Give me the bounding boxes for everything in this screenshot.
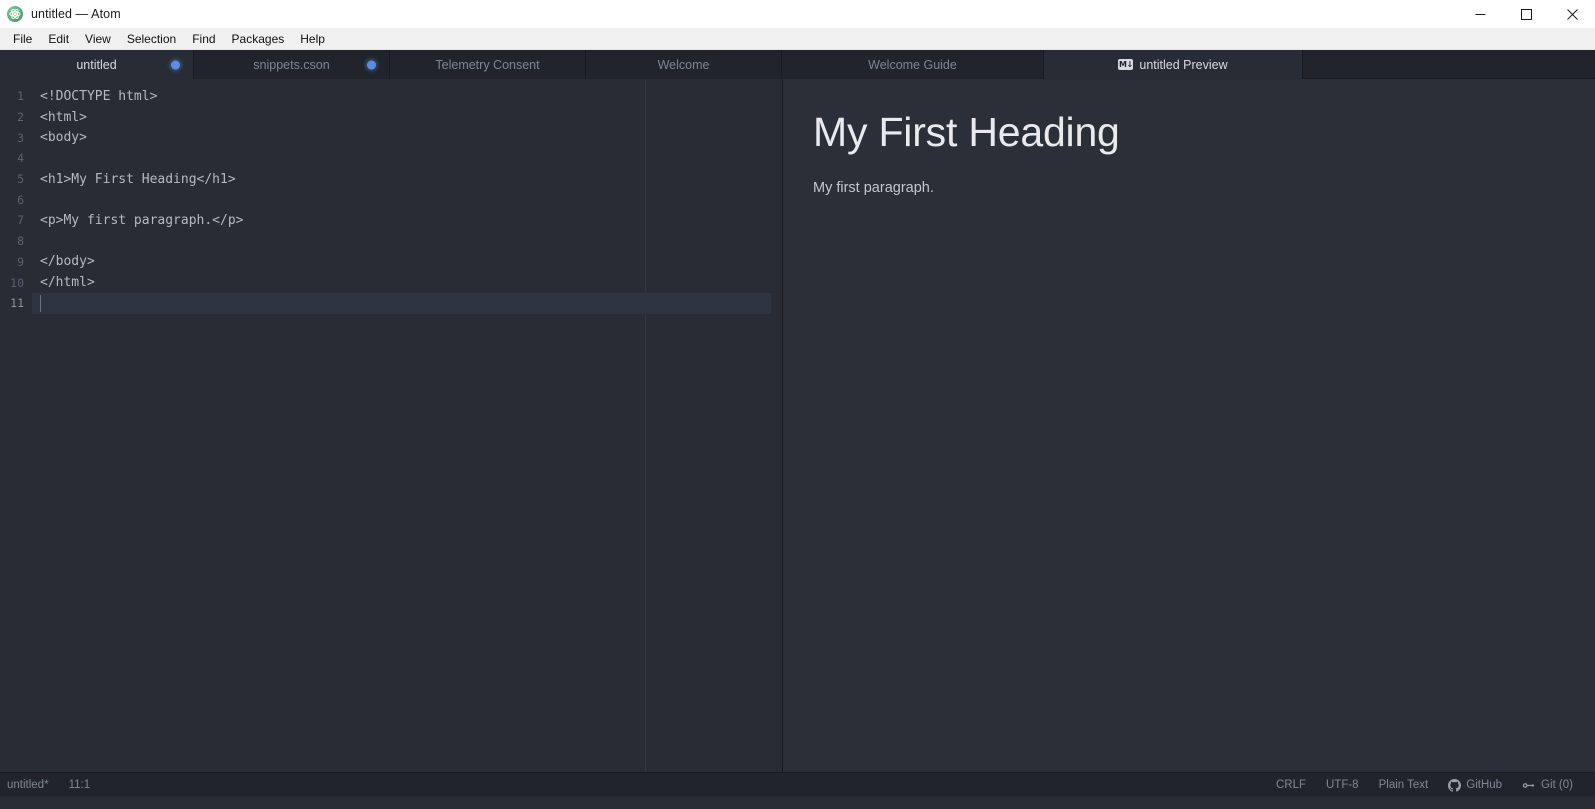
code-line[interactable]: 7 <p>My first paragraph.</p> — [0, 210, 782, 231]
code-line[interactable]: 4 — [0, 148, 782, 169]
line-number: 4 — [0, 151, 24, 165]
atom-logo-icon — [7, 6, 23, 22]
workspace-panes: 1 <!DOCTYPE html> 2 <html> 3 <body> 4 5 … — [0, 79, 1595, 772]
modified-indicator-icon[interactable] — [171, 60, 180, 69]
status-bar: untitled* 11:1 CRLF UTF-8 Plain Text Git… — [0, 772, 1595, 797]
line-number: 5 — [0, 172, 24, 186]
code-line[interactable]: 10 </html> — [0, 272, 782, 293]
tab-untitled-preview[interactable]: M↓ untitled Preview — [1044, 50, 1303, 79]
code-line[interactable]: 8 — [0, 231, 782, 252]
line-number: 7 — [0, 213, 24, 227]
tab-label: Welcome — [658, 58, 710, 72]
status-github-label: GitHub — [1466, 779, 1502, 791]
tab-welcome-guide[interactable]: Welcome Guide — [782, 50, 1044, 79]
line-number: 2 — [0, 110, 24, 124]
tab-bar-empty-space — [1303, 50, 1595, 79]
menu-item-find[interactable]: Find — [184, 29, 223, 49]
preview-paragraph: My first paragraph. — [813, 178, 1595, 200]
code-line-active[interactable]: 11 — [0, 293, 782, 314]
markdown-icon: M↓ — [1118, 59, 1133, 70]
status-line-ending[interactable]: CRLF — [1266, 779, 1316, 791]
line-content: </body> — [40, 254, 95, 269]
tab-label: untitled Preview — [1139, 58, 1227, 72]
code-line[interactable]: 6 — [0, 189, 782, 210]
title-bar: untitled — Atom — [0, 0, 1595, 28]
code-lines: 1 <!DOCTYPE html> 2 <html> 3 <body> 4 5 … — [0, 79, 782, 314]
status-grammar[interactable]: Plain Text — [1369, 779, 1439, 791]
maximize-button[interactable] — [1503, 0, 1549, 28]
menu-item-view[interactable]: View — [77, 29, 119, 49]
status-git[interactable]: Git (0) — [1512, 779, 1583, 792]
window-title: untitled — Atom — [31, 7, 121, 21]
status-bar-right: CRLF UTF-8 Plain Text GitHub Git (0) — [1266, 779, 1595, 792]
tab-bar: untitled snippets.cson Telemetry Consent… — [0, 50, 1595, 79]
line-content: <h1>My First Heading</h1> — [40, 172, 236, 187]
menu-item-packages[interactable]: Packages — [224, 29, 293, 49]
menu-item-help[interactable]: Help — [292, 29, 333, 49]
status-git-label: Git (0) — [1541, 779, 1573, 791]
github-icon — [1448, 779, 1461, 792]
window-controls — [1457, 0, 1595, 28]
modified-indicator-icon[interactable] — [367, 60, 376, 69]
line-content: <p>My first paragraph.</p> — [40, 213, 244, 228]
tab-untitled[interactable]: untitled — [0, 50, 194, 79]
code-line[interactable]: 1 <!DOCTYPE html> — [0, 86, 782, 107]
menu-item-file[interactable]: File — [5, 29, 40, 49]
markdown-preview-pane[interactable]: My First Heading My first paragraph. — [783, 79, 1595, 772]
tab-label: snippets.cson — [253, 58, 329, 72]
tab-welcome[interactable]: Welcome — [586, 50, 782, 79]
tab-label: untitled — [76, 58, 116, 72]
git-branch-icon — [1522, 779, 1536, 792]
status-bar-left: untitled* 11:1 — [0, 779, 100, 791]
line-content: </html> — [40, 275, 95, 290]
tab-telemetry-consent[interactable]: Telemetry Consent — [390, 50, 586, 79]
line-number: 11 — [0, 296, 24, 310]
menu-bar: File Edit View Selection Find Packages H… — [0, 28, 1595, 50]
tab-label: Welcome Guide — [868, 58, 957, 72]
preview-heading: My First Heading — [813, 109, 1595, 156]
line-number: 8 — [0, 234, 24, 248]
line-number: 3 — [0, 131, 24, 145]
status-cursor-position[interactable]: 11:1 — [59, 779, 101, 791]
line-number: 1 — [0, 89, 24, 103]
line-content: <body> — [40, 130, 87, 145]
code-line[interactable]: 2 <html> — [0, 107, 782, 128]
status-github[interactable]: GitHub — [1438, 779, 1512, 792]
line-number: 10 — [0, 276, 24, 290]
line-content: <html> — [40, 110, 87, 125]
line-number: 9 — [0, 255, 24, 269]
code-line[interactable]: 3 <body> — [0, 127, 782, 148]
close-button[interactable] — [1549, 0, 1595, 28]
editor-pane[interactable]: 1 <!DOCTYPE html> 2 <html> 3 <body> 4 5 … — [0, 79, 783, 772]
status-encoding[interactable]: UTF-8 — [1316, 779, 1369, 791]
minimize-button[interactable] — [1457, 0, 1503, 28]
status-file-name[interactable]: untitled* — [7, 779, 59, 791]
active-line-highlight — [32, 293, 771, 314]
tab-label: Telemetry Consent — [435, 58, 539, 72]
tab-snippets-cson[interactable]: snippets.cson — [194, 50, 390, 79]
line-content: <!DOCTYPE html> — [40, 89, 157, 104]
text-cursor — [40, 295, 41, 312]
menu-item-edit[interactable]: Edit — [40, 29, 77, 49]
menu-item-selection[interactable]: Selection — [119, 29, 184, 49]
line-number: 6 — [0, 193, 24, 207]
code-line[interactable]: 5 <h1>My First Heading</h1> — [0, 169, 782, 190]
code-line[interactable]: 9 </body> — [0, 252, 782, 273]
